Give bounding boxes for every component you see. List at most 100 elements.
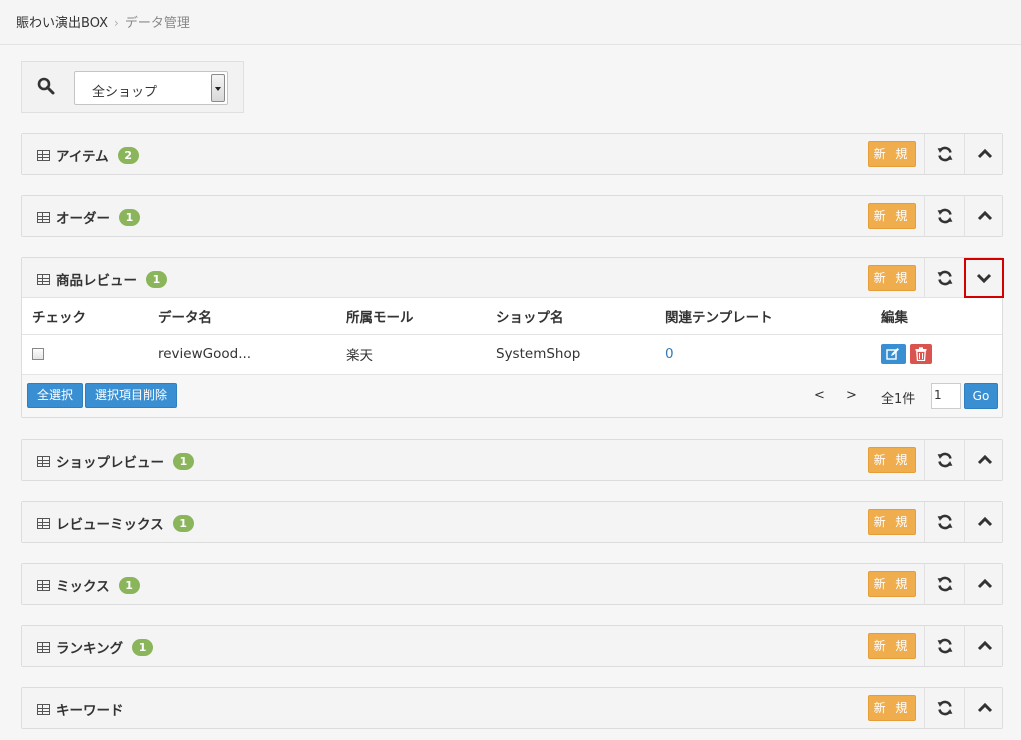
page-number-input[interactable]: 1 — [931, 382, 961, 409]
new-button[interactable]: 新 規 — [868, 509, 916, 535]
refresh-button[interactable] — [924, 134, 964, 174]
table-footer: 全選択 選択項目削除 < > 全1件 1 Go — [22, 374, 1002, 417]
refresh-button[interactable] — [924, 196, 964, 236]
cell-shop: SystemShop — [486, 334, 655, 375]
cell-mall: 楽天 — [336, 334, 486, 375]
new-button[interactable]: 新 規 — [868, 203, 916, 229]
panel-title: アイテム — [56, 149, 109, 165]
chevron-up-icon — [977, 640, 993, 651]
chevron-up-icon — [977, 578, 993, 589]
panel-header: キーワード 新 規 — [22, 688, 1002, 728]
prev-page-button[interactable]: < — [814, 388, 825, 403]
breadcrumb-separator: › — [114, 16, 119, 30]
collapse-button[interactable] — [964, 196, 1004, 236]
expand-button[interactable] — [964, 258, 1004, 298]
column-header: データ名 — [148, 298, 336, 335]
panel-title: キーワード — [56, 703, 124, 719]
row-checkbox[interactable] — [32, 348, 44, 360]
table-header-row: チェック データ名 所属モール ショップ名 関連テンプレート 編集 — [22, 298, 1002, 335]
table-icon — [37, 149, 50, 161]
panel-review-mix: レビューミックス 1 新 規 — [21, 501, 1003, 543]
table-icon — [37, 703, 50, 715]
breadcrumb-home[interactable]: 賑わい演出BOX — [16, 16, 108, 31]
column-header: チェック — [22, 298, 148, 335]
go-button[interactable]: Go — [964, 382, 998, 409]
refresh-icon — [937, 452, 953, 468]
collapse-button[interactable] — [964, 564, 1004, 604]
refresh-button[interactable] — [924, 440, 964, 480]
new-button[interactable]: 新 規 — [868, 265, 916, 291]
count-badge: 1 — [173, 452, 194, 470]
panel-items: アイテム 2 新 規 — [21, 133, 1003, 175]
trash-icon — [915, 347, 927, 361]
chevron-up-icon — [977, 516, 993, 527]
new-button[interactable]: 新 規 — [868, 695, 916, 721]
new-button[interactable]: 新 規 — [868, 141, 916, 167]
chevron-down-icon — [976, 273, 992, 284]
panel-product-reviews: 商品レビュー 1 新 規 チェック データ名 所属モール ショップ名 関連テンプレ… — [21, 257, 1004, 418]
panel-header: ランキング 1 新 規 — [22, 626, 1002, 666]
panel-title: レビューミックス — [56, 517, 164, 533]
column-header: ショップ名 — [486, 298, 655, 335]
table-icon — [37, 455, 50, 467]
new-button[interactable]: 新 規 — [868, 447, 916, 473]
chevron-up-icon — [977, 454, 993, 465]
refresh-button[interactable] — [924, 564, 964, 604]
panel-title: 商品レビュー — [56, 273, 137, 289]
new-button[interactable]: 新 規 — [868, 571, 916, 597]
count-badge: 1 — [146, 270, 167, 288]
edit-icon — [886, 348, 899, 360]
breadcrumb-current: データ管理 — [124, 16, 190, 31]
search-icon — [37, 77, 55, 95]
refresh-icon — [937, 638, 953, 654]
refresh-icon — [937, 270, 953, 286]
column-header: 所属モール — [336, 298, 486, 335]
panel-shop-reviews: ショップレビュー 1 新 規 — [21, 439, 1003, 481]
count-badge: 1 — [132, 638, 154, 656]
table-icon — [37, 517, 50, 529]
collapse-button[interactable] — [964, 688, 1004, 728]
refresh-icon — [937, 700, 953, 716]
table-icon — [37, 579, 50, 591]
panel-ranking: ランキング 1 新 規 — [21, 625, 1003, 667]
count-badge: 1 — [118, 576, 140, 594]
table-icon — [37, 273, 50, 285]
panel-header: ショップレビュー 1 新 規 — [22, 440, 1002, 480]
refresh-button[interactable] — [924, 258, 964, 298]
edit-button[interactable] — [881, 344, 906, 364]
table-icon — [37, 641, 50, 653]
chevron-down-icon[interactable] — [211, 74, 225, 102]
collapse-button[interactable] — [964, 502, 1004, 542]
count-badge: 2 — [117, 146, 139, 164]
template-count-link[interactable]: 0 — [665, 346, 674, 362]
column-header: 編集 — [881, 298, 1002, 335]
panel-header: レビューミックス 1 新 規 — [22, 502, 1002, 542]
panel-orders: オーダー 1 新 規 — [21, 195, 1003, 237]
refresh-button[interactable] — [924, 688, 964, 728]
column-header: 関連テンプレート — [655, 298, 881, 335]
shop-select[interactable]: 全ショップ — [74, 71, 228, 105]
select-all-button[interactable]: 全選択 — [27, 382, 84, 408]
refresh-icon — [937, 146, 953, 162]
chevron-up-icon — [977, 702, 993, 713]
refresh-button[interactable] — [924, 502, 964, 542]
next-page-button[interactable]: > — [846, 388, 857, 403]
chevron-up-icon — [977, 148, 993, 159]
review-table: チェック データ名 所属モール ショップ名 関連テンプレート 編集 review… — [22, 298, 1002, 375]
panel-header: アイテム 2 新 規 — [22, 134, 1002, 174]
count-badge: 1 — [119, 208, 140, 226]
collapse-button[interactable] — [964, 134, 1004, 174]
refresh-icon — [937, 514, 953, 530]
panel-title: ランキング — [56, 641, 124, 657]
shop-select-value: 全ショップ — [92, 85, 158, 100]
table-row: reviewGood... 楽天 SystemShop 0 — [22, 334, 1002, 375]
delete-button[interactable] — [910, 344, 932, 364]
chevron-up-icon — [977, 210, 993, 221]
collapse-button[interactable] — [964, 626, 1004, 666]
breadcrumb: 賑わい演出BOX › データ管理 — [0, 0, 1021, 45]
new-button[interactable]: 新 規 — [868, 633, 916, 659]
delete-selected-button[interactable]: 選択項目削除 — [85, 382, 178, 408]
collapse-button[interactable] — [964, 440, 1004, 480]
refresh-button[interactable] — [924, 626, 964, 666]
count-badge: 1 — [172, 514, 194, 532]
